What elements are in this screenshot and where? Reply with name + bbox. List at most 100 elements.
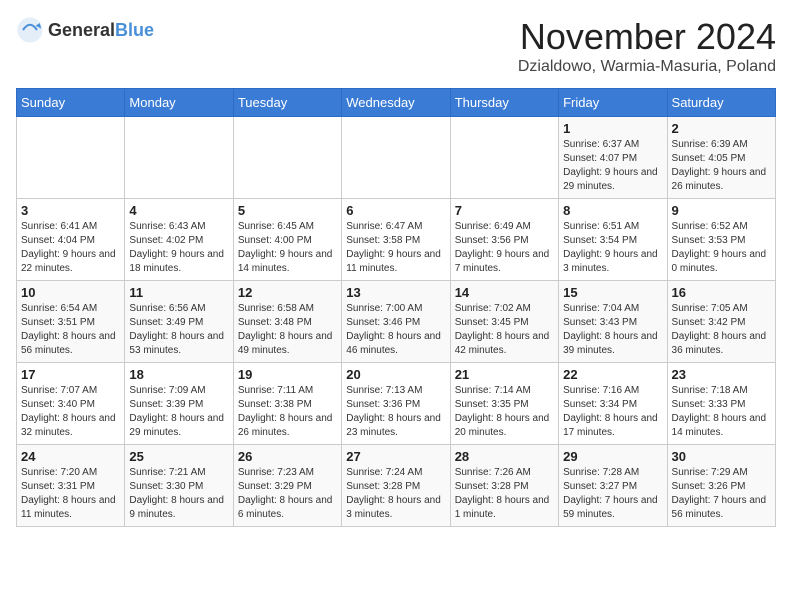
location-subtitle: Dzialdowo, Warmia-Masuria, Poland <box>518 58 776 76</box>
day-number: 16 <box>672 285 771 300</box>
day-number: 3 <box>21 203 120 218</box>
title-area: November 2024 Dzialdowo, Warmia-Masuria,… <box>518 16 776 76</box>
calendar-cell: 10 Sunrise: 6:54 AM Sunset: 3:51 PM Dayli… <box>17 281 125 363</box>
weekday-header-row: SundayMondayTuesdayWednesdayThursdayFrid… <box>17 89 776 117</box>
calendar-cell: 26 Sunrise: 7:23 AM Sunset: 3:29 PM Dayli… <box>233 445 341 527</box>
calendar-cell <box>450 117 558 199</box>
weekday-header-sunday: Sunday <box>17 89 125 117</box>
logo: GeneralBlue <box>16 16 154 44</box>
calendar-cell: 27 Sunrise: 7:24 AM Sunset: 3:28 PM Dayli… <box>342 445 450 527</box>
calendar-cell: 2Sunrise: 6:39 AM Sunset: 4:05 PM Daylig… <box>667 117 775 199</box>
day-info: Sunrise: 6:45 AM Sunset: 4:00 PM Dayligh… <box>238 220 337 276</box>
day-number: 29 <box>563 449 662 464</box>
day-number: 30 <box>672 449 771 464</box>
day-number: 9 <box>672 203 771 218</box>
day-info: Sunrise: 7:11 AM Sunset: 3:38 PM Dayligh… <box>238 384 337 440</box>
day-number: 21 <box>455 367 554 382</box>
day-number: 14 <box>455 285 554 300</box>
day-number: 24 <box>21 449 120 464</box>
weekday-header-wednesday: Wednesday <box>342 89 450 117</box>
day-info: Sunrise: 7:23 AM Sunset: 3:29 PM Dayligh… <box>238 466 337 522</box>
calendar-cell: 16 Sunrise: 7:05 AM Sunset: 3:42 PM Dayli… <box>667 281 775 363</box>
calendar-cell <box>125 117 233 199</box>
day-number: 20 <box>346 367 445 382</box>
calendar-week-row: 10 Sunrise: 6:54 AM Sunset: 3:51 PM Dayli… <box>17 281 776 363</box>
day-info: Sunrise: 7:14 AM Sunset: 3:35 PM Dayligh… <box>455 384 554 440</box>
day-info: Sunrise: 6:39 AM Sunset: 4:05 PM Dayligh… <box>672 138 771 194</box>
day-number: 26 <box>238 449 337 464</box>
day-info: Sunrise: 7:18 AM Sunset: 3:33 PM Dayligh… <box>672 384 771 440</box>
day-info: Sunrise: 6:43 AM Sunset: 4:02 PM Dayligh… <box>129 220 228 276</box>
logo-general-text: General <box>48 20 115 40</box>
calendar-week-row: 17 Sunrise: 7:07 AM Sunset: 3:40 PM Dayli… <box>17 363 776 445</box>
day-info: Sunrise: 6:56 AM Sunset: 3:49 PM Dayligh… <box>129 302 228 358</box>
day-info: Sunrise: 7:16 AM Sunset: 3:34 PM Dayligh… <box>563 384 662 440</box>
calendar-cell: 29 Sunrise: 7:28 AM Sunset: 3:27 PM Dayli… <box>559 445 667 527</box>
calendar-cell <box>17 117 125 199</box>
day-info: Sunrise: 6:54 AM Sunset: 3:51 PM Dayligh… <box>21 302 120 358</box>
day-number: 28 <box>455 449 554 464</box>
calendar-cell: 1 Sunrise: 6:37 AM Sunset: 4:07 PM Daylig… <box>559 117 667 199</box>
calendar-cell: 17 Sunrise: 7:07 AM Sunset: 3:40 PM Dayli… <box>17 363 125 445</box>
calendar-cell: 18Sunrise: 7:09 AM Sunset: 3:39 PM Dayli… <box>125 363 233 445</box>
day-number: 18 <box>129 367 228 382</box>
calendar-cell: 14 Sunrise: 7:02 AM Sunset: 3:45 PM Dayli… <box>450 281 558 363</box>
calendar-cell: 12 Sunrise: 6:58 AM Sunset: 3:48 PM Dayli… <box>233 281 341 363</box>
day-info: Sunrise: 6:47 AM Sunset: 3:58 PM Dayligh… <box>346 220 445 276</box>
calendar-cell: 3 Sunrise: 6:41 AM Sunset: 4:04 PM Daylig… <box>17 199 125 281</box>
day-info: Sunrise: 7:26 AM Sunset: 3:28 PM Dayligh… <box>455 466 554 522</box>
day-number: 5 <box>238 203 337 218</box>
day-info: Sunrise: 7:29 AM Sunset: 3:26 PM Dayligh… <box>672 466 771 522</box>
calendar-cell: 7 Sunrise: 6:49 AM Sunset: 3:56 PM Daylig… <box>450 199 558 281</box>
day-number: 8 <box>563 203 662 218</box>
weekday-header-saturday: Saturday <box>667 89 775 117</box>
day-info: Sunrise: 7:00 AM Sunset: 3:46 PM Dayligh… <box>346 302 445 358</box>
calendar-cell: 25Sunrise: 7:21 AM Sunset: 3:30 PM Dayli… <box>125 445 233 527</box>
calendar-week-row: 3 Sunrise: 6:41 AM Sunset: 4:04 PM Daylig… <box>17 199 776 281</box>
day-info: Sunrise: 7:05 AM Sunset: 3:42 PM Dayligh… <box>672 302 771 358</box>
day-number: 19 <box>238 367 337 382</box>
calendar-cell <box>342 117 450 199</box>
day-info: Sunrise: 7:28 AM Sunset: 3:27 PM Dayligh… <box>563 466 662 522</box>
day-info: Sunrise: 6:51 AM Sunset: 3:54 PM Dayligh… <box>563 220 662 276</box>
weekday-header-friday: Friday <box>559 89 667 117</box>
calendar-cell: 5 Sunrise: 6:45 AM Sunset: 4:00 PM Daylig… <box>233 199 341 281</box>
day-info: Sunrise: 7:07 AM Sunset: 3:40 PM Dayligh… <box>21 384 120 440</box>
day-info: Sunrise: 6:37 AM Sunset: 4:07 PM Dayligh… <box>563 138 662 194</box>
calendar-cell: 20 Sunrise: 7:13 AM Sunset: 3:36 PM Dayli… <box>342 363 450 445</box>
day-info: Sunrise: 6:58 AM Sunset: 3:48 PM Dayligh… <box>238 302 337 358</box>
day-info: Sunrise: 7:13 AM Sunset: 3:36 PM Dayligh… <box>346 384 445 440</box>
logo-icon <box>16 16 44 44</box>
calendar-cell: 21 Sunrise: 7:14 AM Sunset: 3:35 PM Dayli… <box>450 363 558 445</box>
day-info: Sunrise: 6:49 AM Sunset: 3:56 PM Dayligh… <box>455 220 554 276</box>
day-info: Sunrise: 7:02 AM Sunset: 3:45 PM Dayligh… <box>455 302 554 358</box>
day-number: 1 <box>563 121 662 136</box>
calendar-cell: 22 Sunrise: 7:16 AM Sunset: 3:34 PM Dayli… <box>559 363 667 445</box>
logo-blue-text: Blue <box>115 20 154 40</box>
calendar-cell: 9Sunrise: 6:52 AM Sunset: 3:53 PM Daylig… <box>667 199 775 281</box>
calendar-cell: 8 Sunrise: 6:51 AM Sunset: 3:54 PM Daylig… <box>559 199 667 281</box>
day-number: 23 <box>672 367 771 382</box>
calendar-cell: 4 Sunrise: 6:43 AM Sunset: 4:02 PM Daylig… <box>125 199 233 281</box>
day-info: Sunrise: 6:41 AM Sunset: 4:04 PM Dayligh… <box>21 220 120 276</box>
day-info: Sunrise: 7:24 AM Sunset: 3:28 PM Dayligh… <box>346 466 445 522</box>
day-number: 17 <box>21 367 120 382</box>
day-number: 22 <box>563 367 662 382</box>
day-number: 27 <box>346 449 445 464</box>
calendar-cell: 24Sunrise: 7:20 AM Sunset: 3:31 PM Dayli… <box>17 445 125 527</box>
month-title: November 2024 <box>518 16 776 58</box>
day-number: 12 <box>238 285 337 300</box>
calendar-cell: 28 Sunrise: 7:26 AM Sunset: 3:28 PM Dayli… <box>450 445 558 527</box>
weekday-header-thursday: Thursday <box>450 89 558 117</box>
header: GeneralBlue November 2024 Dzialdowo, War… <box>16 16 776 76</box>
day-number: 13 <box>346 285 445 300</box>
day-number: 4 <box>129 203 228 218</box>
calendar-cell: 23 Sunrise: 7:18 AM Sunset: 3:33 PM Dayli… <box>667 363 775 445</box>
calendar-cell: 6Sunrise: 6:47 AM Sunset: 3:58 PM Daylig… <box>342 199 450 281</box>
calendar-week-row: 24Sunrise: 7:20 AM Sunset: 3:31 PM Dayli… <box>17 445 776 527</box>
day-number: 7 <box>455 203 554 218</box>
calendar-cell: 11Sunrise: 6:56 AM Sunset: 3:49 PM Dayli… <box>125 281 233 363</box>
weekday-header-tuesday: Tuesday <box>233 89 341 117</box>
calendar-cell: 19 Sunrise: 7:11 AM Sunset: 3:38 PM Dayli… <box>233 363 341 445</box>
day-number: 10 <box>21 285 120 300</box>
